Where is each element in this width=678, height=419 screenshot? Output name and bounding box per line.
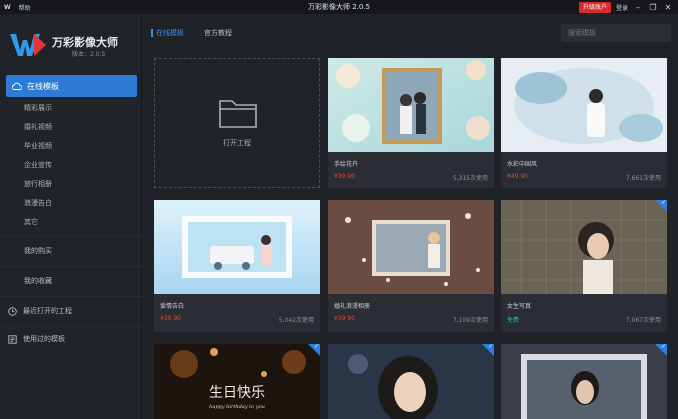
title-bar: W 帮助 万彩影像大师 2.0.5 升级账户 登录 – ❐ ✕ — [0, 0, 678, 14]
sidebar-sub-item[interactable]: 其它 — [24, 217, 38, 227]
template-card[interactable]: 手绘花卉 ¥39.90 5,315次使用 — [328, 58, 494, 188]
template-price: ¥39.90 — [334, 173, 355, 180]
menu-help[interactable]: 帮助 — [19, 3, 31, 12]
sidebar-divider — [0, 236, 142, 237]
sidebar-item-online-templates[interactable]: 在线模板 — [6, 75, 137, 97]
tab-online-templates[interactable]: 在线模板 — [151, 28, 184, 38]
template-thumbnail — [328, 344, 494, 419]
sidebar-sub-item[interactable]: 旅行相册 — [24, 179, 52, 189]
template-price: ¥39.90 — [160, 315, 181, 322]
sidebar-divider — [0, 296, 142, 297]
template-card[interactable]: 婚礼浪漫相册 ¥39.90 7,109次使用 — [328, 200, 494, 332]
template-price: ¥49.90 — [507, 173, 528, 180]
check-icon: ✓ — [660, 200, 666, 206]
open-project-tile[interactable]: 打开工程 — [154, 58, 320, 188]
template-use-count: 7,067次使用 — [625, 317, 661, 324]
sidebar-sub-item[interactable]: 婚礼视频 — [24, 122, 52, 132]
template-card[interactable]: 爱情告白 ¥39.90 5,042次使用 — [154, 200, 320, 332]
check-icon: ✓ — [313, 344, 319, 350]
sidebar-sub-item[interactable]: 浪漫告白 — [24, 198, 52, 208]
sidebar-divider — [0, 266, 142, 267]
sidebar-item-my-purchases[interactable]: 我的购买 — [24, 246, 52, 256]
template-use-count: 5,315次使用 — [452, 175, 488, 182]
sidebar-sub-item[interactable]: 精彩展示 — [24, 103, 52, 113]
template-name: 女生写真 — [507, 303, 532, 310]
template-thumbnail — [501, 344, 667, 419]
check-icon: ✓ — [487, 344, 493, 350]
template-card[interactable]: 水彩中国风 ¥49.90 7,661次使用 — [501, 58, 667, 188]
template-name: 手绘花卉 — [334, 161, 359, 168]
sidebar-sub-item[interactable]: 企业宣传 — [24, 160, 52, 170]
brand-name: 万彩影像大师 — [52, 36, 118, 49]
sidebar-item-used-templates[interactable]: 使用过的模板 — [8, 334, 65, 344]
check-icon: ✓ — [660, 344, 666, 350]
minimize-icon[interactable]: – — [633, 2, 643, 12]
template-card[interactable]: ✓ 女生写真 免费 7,067次使用 — [501, 200, 667, 332]
login-link[interactable]: 登录 — [616, 3, 628, 12]
tab-bar: 在线模板 官方教程 — [151, 28, 232, 38]
template-icon — [8, 334, 17, 344]
folder-icon — [219, 100, 257, 128]
sidebar-item-my-favorites[interactable]: 我的收藏 — [24, 276, 52, 286]
sidebar-item-recent-projects[interactable]: 最近打开的工程 — [8, 306, 72, 316]
brand-logo-icon — [10, 34, 46, 56]
sidebar-divider — [0, 326, 142, 327]
template-price: ¥39.90 — [334, 315, 355, 322]
app-logo-icon: W — [4, 3, 11, 11]
open-project-label: 打开工程 — [223, 139, 251, 147]
title-bar-left: W 帮助 — [0, 3, 200, 12]
sidebar-item-label: 使用过的模板 — [23, 335, 65, 343]
template-thumbnail — [501, 200, 667, 294]
clock-icon — [8, 306, 17, 316]
restore-icon[interactable]: ❐ — [648, 2, 658, 12]
template-use-count: 5,042次使用 — [278, 317, 314, 324]
brand: 万彩影像大师 版本：2.0.5 — [10, 28, 138, 68]
template-card[interactable]: ✓ — [328, 344, 494, 419]
title-bar-right: 升级账户 登录 – ❐ ✕ — [578, 0, 678, 14]
template-use-count: 7,109次使用 — [452, 317, 488, 324]
upgrade-account-button[interactable]: 升级账户 — [578, 1, 611, 13]
sidebar-sub-item[interactable]: 毕业视频 — [24, 141, 52, 151]
search-input[interactable] — [561, 24, 671, 42]
template-use-count: 7,661次使用 — [625, 175, 661, 182]
template-name: 水彩中国风 — [507, 161, 538, 168]
active-tab-indicator — [151, 29, 153, 37]
template-card[interactable]: 生日快乐 happy birthday to you ✓ — [154, 344, 320, 419]
tab-label: 在线模板 — [156, 29, 184, 37]
brand-version: 版本：2.0.5 — [72, 51, 106, 58]
sidebar: 万彩影像大师 版本：2.0.5 在线模板 精彩展示 婚礼视频 毕业视频 企业宣传… — [0, 14, 142, 419]
template-name: 婚礼浪漫相册 — [334, 303, 371, 310]
template-card[interactable]: ✓ — [501, 344, 667, 419]
template-thumbnail — [501, 58, 667, 152]
template-thumbnail — [328, 200, 494, 294]
template-price: 免费 — [507, 317, 520, 324]
tab-official-tutorials[interactable]: 官方教程 — [204, 28, 232, 38]
birthday-title: 生日快乐 — [209, 385, 265, 401]
sidebar-item-label: 在线模板 — [27, 81, 59, 91]
sidebar-item-label: 最近打开的工程 — [23, 307, 72, 315]
template-thumbnail — [328, 58, 494, 152]
template-name: 爱情告白 — [160, 303, 185, 310]
cloud-icon — [12, 82, 22, 90]
birthday-subtitle: happy birthday to you — [209, 404, 265, 410]
close-icon[interactable]: ✕ — [663, 2, 673, 12]
template-thumbnail — [154, 200, 320, 294]
